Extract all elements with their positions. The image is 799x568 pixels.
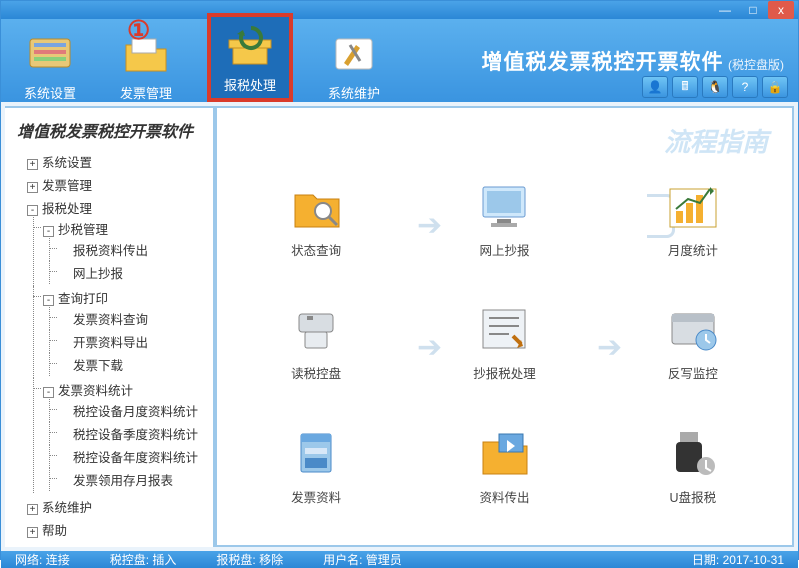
cell-label: 月度统计 — [668, 240, 718, 259]
tree-branch[interactable]: + 帮助 — [11, 518, 207, 541]
tree-leaf[interactable]: 报税资料传出 — [43, 238, 207, 261]
toolbar-label: 系统设置 — [24, 83, 76, 102]
online-report-button[interactable]: 网上抄报 — [435, 178, 573, 271]
tree-label[interactable]: 系统维护 — [42, 501, 92, 515]
nav-tree: +系统设置+发票管理-报税处理-抄税管理报税资料传出网上抄报-查询打印发票资料查… — [5, 150, 213, 547]
tree-branch[interactable]: + 发票管理 — [11, 173, 207, 196]
cell-label: 反写监控 — [668, 363, 718, 382]
tree-leaf[interactable]: 税控设备年度资料统计 — [43, 445, 207, 468]
tree-leaf[interactable]: 税控设备月度资料统计 — [43, 399, 207, 422]
tools-icon — [329, 29, 379, 79]
report-process-icon — [476, 301, 532, 357]
flow-guide-title: 流程指南 — [664, 122, 768, 159]
help-icon[interactable]: ? — [732, 76, 758, 98]
tree-label[interactable]: 报税处理 — [42, 202, 92, 216]
monthly-stats-button[interactable]: 月度统计 — [624, 178, 762, 271]
close-button[interactable]: x — [768, 1, 794, 19]
udisk-tax-button[interactable]: U盘报税 — [624, 425, 762, 518]
tree-toggle[interactable]: + — [27, 527, 38, 538]
status-query-icon — [288, 178, 344, 234]
toolbar-label: 发票管理 — [120, 83, 172, 102]
read-disk-icon — [288, 301, 344, 357]
tree-label[interactable]: 抄税管理 — [58, 223, 108, 237]
tree-branch[interactable]: -报税处理-抄税管理报税资料传出网上抄报-查询打印发票资料查询开票资料导出发票下… — [11, 196, 207, 495]
tree-toggle[interactable]: - — [43, 387, 54, 398]
toolbar-label: 系统维护 — [328, 83, 380, 102]
writeback-monitor-button[interactable]: 反写监控 — [624, 301, 762, 394]
tree-label[interactable]: 发票资料统计 — [58, 384, 133, 398]
lock-icon[interactable]: 🔒 — [762, 76, 788, 98]
tree-branch[interactable]: -抄税管理报税资料传出网上抄报 — [27, 217, 207, 286]
tree-branch[interactable]: -发票资料统计税控设备月度资料统计税控设备季度资料统计税控设备年度资料统计发票领… — [27, 378, 207, 493]
main-panel: 流程指南 ➔ ➔ ➔ 状态查询网上抄报月度统计读税控盘抄报税处理反写监控发票资料… — [215, 106, 794, 547]
qq-icon[interactable]: 🐧 — [702, 76, 728, 98]
tree-toggle[interactable]: - — [27, 205, 38, 216]
tree-branch[interactable]: -查询打印发票资料查询开票资料导出发票下载 — [27, 286, 207, 378]
tree-leaf[interactable]: 发票资料查询 — [43, 307, 207, 330]
app-title: 增值税发票税控开票软件 — [482, 51, 724, 74]
online-report-icon — [476, 178, 532, 234]
settings-icon — [25, 29, 75, 79]
titlebar: — □ x — [1, 1, 798, 19]
status-query-button[interactable]: 状态查询 — [247, 178, 385, 271]
tree-leaf[interactable]: 发票领用存月报表 — [43, 468, 207, 491]
cell-label: 发票资料 — [291, 487, 341, 506]
data-export-icon — [476, 425, 532, 481]
tree-leaf[interactable]: 发票下载 — [43, 353, 207, 376]
toolbar-label: 报税处理 — [224, 75, 276, 94]
sidebar: 增值税发票税控开票软件 +系统设置+发票管理-报税处理-抄税管理报税资料传出网上… — [5, 106, 215, 547]
cell-label: 抄报税处理 — [473, 363, 536, 382]
cell-label: 网上抄报 — [479, 240, 529, 259]
tree-branch[interactable]: + 系统维护 — [11, 495, 207, 518]
brand: 增值税发票税控开票软件 (税控盘版) — [482, 46, 784, 76]
tree-branch[interactable]: + 系统设置 — [11, 150, 207, 173]
cell-label: U盘报税 — [670, 487, 717, 506]
tree-toggle[interactable]: - — [43, 295, 54, 306]
cell-label: 资料传出 — [479, 487, 529, 506]
tree-label[interactable]: 发票管理 — [42, 179, 92, 193]
data-export-button[interactable]: 资料传出 — [435, 425, 573, 518]
cell-label: 状态查询 — [291, 240, 341, 259]
annotation-marker: ① — [127, 15, 150, 46]
invoice-data-icon — [288, 425, 344, 481]
tree-toggle[interactable]: + — [27, 182, 38, 193]
ribbon-toolbar: 👤 🖩 🐧 ? 🔒 — [642, 76, 788, 98]
invoice-data-button[interactable]: 发票资料 — [247, 425, 385, 518]
minimize-button[interactable]: — — [712, 1, 738, 19]
tree-label[interactable]: 系统设置 — [42, 156, 92, 170]
tree-label[interactable]: 帮助 — [42, 524, 67, 538]
user-icon[interactable]: 👤 — [642, 76, 668, 98]
tree-toggle[interactable]: + — [27, 504, 38, 515]
tree-leaf[interactable]: 网上抄报 — [43, 261, 207, 284]
box-arrow-icon — [226, 23, 274, 71]
tree-label[interactable]: 查询打印 — [58, 292, 108, 306]
report-process-button[interactable]: 抄报税处理 — [435, 301, 573, 394]
tree-toggle[interactable]: - — [43, 226, 54, 237]
sidebar-title: 增值税发票税控开票软件 — [5, 108, 213, 150]
main-toolbar: 系统设置 发票管理 报税处理 系统维护 — [15, 19, 389, 102]
system-settings-button[interactable]: 系统设置 — [15, 29, 85, 102]
tax-process-button[interactable]: 报税处理 — [207, 13, 293, 102]
system-maint-button[interactable]: 系统维护 — [319, 29, 389, 102]
tree-toggle[interactable]: + — [27, 159, 38, 170]
arrow-icon: ➔ — [597, 330, 622, 365]
tree-leaf[interactable]: 开票资料导出 — [43, 330, 207, 353]
read-disk-button[interactable]: 读税控盘 — [247, 301, 385, 394]
udisk-tax-icon — [665, 425, 721, 481]
maximize-button[interactable]: □ — [740, 1, 766, 19]
tree-leaf[interactable]: 税控设备季度资料统计 — [43, 422, 207, 445]
writeback-monitor-icon — [665, 301, 721, 357]
app-subtitle: (税控盘版) — [728, 58, 784, 72]
monthly-stats-icon — [665, 178, 721, 234]
header: ① 系统设置 发票管理 报税处理 系统维护 增值税发票税控开票软件 (税控盘版) — [1, 19, 798, 102]
cell-label: 读税控盘 — [291, 363, 341, 382]
calculator-icon[interactable]: 🖩 — [672, 76, 698, 98]
